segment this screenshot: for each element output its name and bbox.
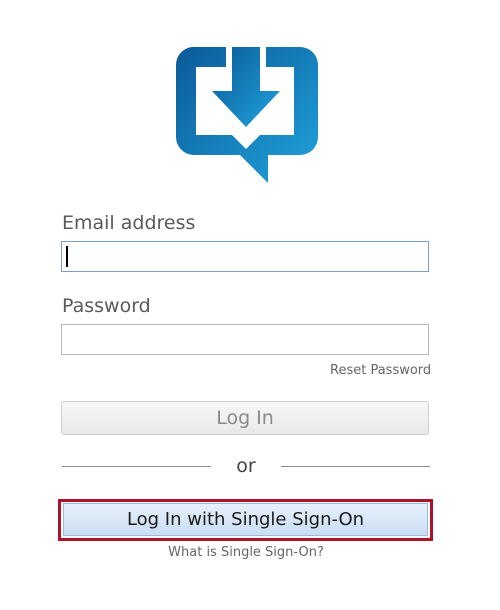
login-button[interactable]: Log In (61, 401, 429, 435)
reset-password-link[interactable]: Reset Password (330, 363, 431, 378)
sso-login-button[interactable]: Log In with Single Sign-On (63, 503, 428, 536)
divider-left (62, 466, 211, 467)
app-logo-icon (175, 47, 318, 183)
divider-or-text: or (236, 455, 256, 477)
password-label: Password (62, 295, 151, 317)
email-label: Email address (62, 212, 196, 234)
password-field[interactable] (61, 324, 429, 355)
text-caret (66, 246, 68, 267)
divider-right (281, 466, 430, 467)
email-field[interactable] (61, 241, 429, 272)
sso-help-link[interactable]: What is Single Sign-On? (0, 545, 492, 560)
